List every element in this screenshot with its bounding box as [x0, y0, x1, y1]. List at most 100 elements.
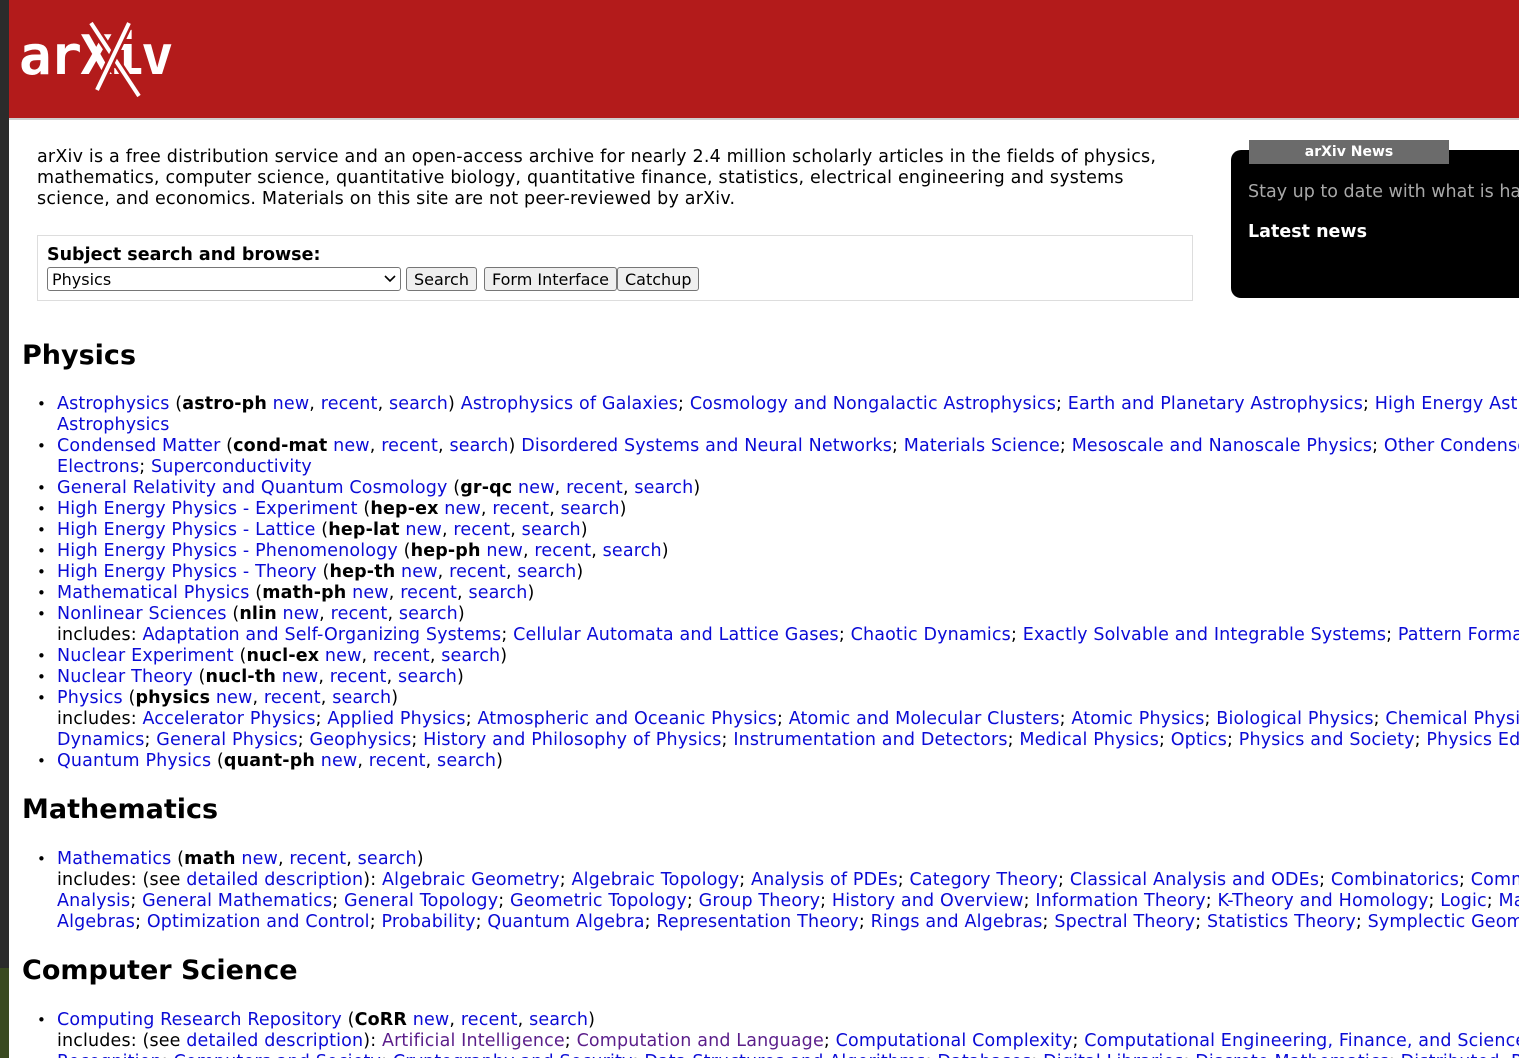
- subcategory-link[interactable]: Quantum Algebra: [487, 912, 644, 932]
- recent-link[interactable]: recent: [461, 1010, 518, 1030]
- subcategory-link[interactable]: Representation Theory: [656, 912, 858, 932]
- new-link[interactable]: new: [283, 604, 320, 624]
- subcategory-link[interactable]: Atomic Physics: [1071, 709, 1204, 729]
- search-link[interactable]: search: [468, 583, 527, 603]
- category-link[interactable]: Quantum Physics: [57, 751, 211, 771]
- new-link[interactable]: new: [321, 751, 358, 771]
- category-link[interactable]: Computing Research Repository: [57, 1010, 342, 1030]
- subcategory-link[interactable]: Medical Physics: [1019, 730, 1159, 750]
- new-link[interactable]: new: [486, 541, 523, 561]
- subcategory-link[interactable]: K-Theory and Homology: [1218, 891, 1429, 911]
- subcategory-link[interactable]: Rings and Algebras: [871, 912, 1043, 932]
- category-link[interactable]: Condensed Matter: [57, 436, 220, 456]
- subcategory-link[interactable]: Biological Physics: [1216, 709, 1373, 729]
- subcategory-link[interactable]: General Topology: [344, 891, 498, 911]
- detailed-description-link[interactable]: detailed description: [186, 1031, 363, 1051]
- search-link[interactable]: search: [449, 436, 508, 456]
- recent-link[interactable]: recent: [534, 541, 591, 561]
- category-link[interactable]: Nonlinear Sciences: [57, 604, 227, 624]
- search-link[interactable]: search: [399, 604, 458, 624]
- subcategory-link[interactable]: Combinatorics: [1331, 870, 1459, 890]
- category-link[interactable]: Mathematics: [57, 849, 171, 869]
- subcategory-link[interactable]: Cosmology and Nongalactic Astrophysics: [690, 394, 1056, 414]
- subcategory-link[interactable]: Classical Analysis and ODEs: [1070, 870, 1319, 890]
- recent-link[interactable]: recent: [492, 499, 549, 519]
- subcategory-link[interactable]: Pattern Formation and Solitons: [1398, 625, 1519, 645]
- subcategory-link[interactable]: Adaptation and Self-Organizing Systems: [142, 625, 501, 645]
- new-link[interactable]: new: [405, 520, 442, 540]
- recent-link[interactable]: recent: [453, 520, 510, 540]
- category-link[interactable]: Mathematical Physics: [57, 583, 250, 603]
- search-link[interactable]: search: [603, 541, 662, 561]
- recent-link[interactable]: recent: [321, 394, 378, 414]
- new-link[interactable]: new: [518, 478, 555, 498]
- new-link[interactable]: new: [273, 394, 310, 414]
- recent-link[interactable]: recent: [400, 583, 457, 603]
- subcategory-link[interactable]: Recognition: [57, 1052, 162, 1058]
- recent-link[interactable]: recent: [449, 562, 506, 582]
- search-link[interactable]: search: [517, 562, 576, 582]
- subcategory-link[interactable]: Algebraic Topology: [571, 870, 739, 890]
- subcategory-link[interactable]: Commutative Algebra: [1471, 870, 1519, 890]
- search-link[interactable]: search: [358, 849, 417, 869]
- subcategory-link[interactable]: Computational Complexity: [836, 1031, 1073, 1051]
- category-link[interactable]: Nuclear Experiment: [57, 646, 234, 666]
- subcategory-link[interactable]: Dynamics: [57, 730, 145, 750]
- new-link[interactable]: new: [241, 849, 278, 869]
- subcategory-link[interactable]: Symplectic Geometry: [1368, 912, 1519, 932]
- recent-link[interactable]: recent: [264, 688, 321, 708]
- search-link[interactable]: search: [441, 646, 500, 666]
- subcategory-link[interactable]: Chaotic Dynamics: [851, 625, 1011, 645]
- subcategory-link[interactable]: Atomic and Molecular Clusters: [789, 709, 1060, 729]
- subcategory-link[interactable]: Disordered Systems and Neural Networks: [521, 436, 892, 456]
- subcategory-link[interactable]: Data Structures and Algorithms: [644, 1052, 925, 1058]
- search-link[interactable]: search: [332, 688, 391, 708]
- search-link[interactable]: search: [437, 751, 496, 771]
- subcategory-link[interactable]: Superconductivity: [151, 457, 312, 477]
- subcategory-link[interactable]: Atmospheric and Oceanic Physics: [477, 709, 776, 729]
- category-link[interactable]: High Energy Physics - Theory: [57, 562, 317, 582]
- subcategory-link[interactable]: Algebraic Geometry: [382, 870, 560, 890]
- new-link[interactable]: new: [352, 583, 389, 603]
- subcategory-link[interactable]: Exactly Solvable and Integrable Systems: [1023, 625, 1386, 645]
- search-link[interactable]: search: [389, 394, 448, 414]
- category-link[interactable]: Physics: [57, 688, 123, 708]
- subcategory-link[interactable]: Cryptography and Security: [393, 1052, 633, 1058]
- catchup-button[interactable]: Catchup: [617, 267, 700, 291]
- subcategory-link[interactable]: Spectral Theory: [1054, 912, 1195, 932]
- subcategory-link[interactable]: Group Theory: [699, 891, 820, 911]
- recent-link[interactable]: recent: [289, 849, 346, 869]
- subcategory-link[interactable]: Category Theory: [909, 870, 1058, 890]
- subcategory-link[interactable]: Computation and Language: [577, 1031, 824, 1051]
- subcategory-link[interactable]: Geophysics: [310, 730, 412, 750]
- subcategory-link[interactable]: Applied Physics: [327, 709, 465, 729]
- subcategory-link[interactable]: History and Overview: [832, 891, 1024, 911]
- recent-link[interactable]: recent: [381, 436, 438, 456]
- recent-link[interactable]: recent: [369, 751, 426, 771]
- subcategory-link[interactable]: Mesoscale and Nanoscale Physics: [1072, 436, 1372, 456]
- subcategory-link[interactable]: Digital Libraries: [1043, 1052, 1183, 1058]
- category-link[interactable]: Nuclear Theory: [57, 667, 193, 687]
- subcategory-link[interactable]: Mathematical Physics: [1499, 891, 1519, 911]
- search-link[interactable]: search: [398, 667, 457, 687]
- category-link[interactable]: High Energy Physics - Lattice: [57, 520, 316, 540]
- subcategory-link[interactable]: Discrete Mathematics: [1195, 1052, 1389, 1058]
- subcategory-link[interactable]: Geometric Topology: [510, 891, 687, 911]
- subcategory-link[interactable]: Instrumentation and Detectors: [733, 730, 1007, 750]
- detailed-description-link[interactable]: detailed description: [186, 870, 363, 890]
- recent-link[interactable]: recent: [330, 667, 387, 687]
- recent-link[interactable]: recent: [331, 604, 388, 624]
- search-link[interactable]: search: [561, 499, 620, 519]
- search-link[interactable]: search: [522, 520, 581, 540]
- subcategory-link[interactable]: Statistics Theory: [1207, 912, 1356, 932]
- new-link[interactable]: new: [216, 688, 253, 708]
- latest-news-link[interactable]: Latest news: [1248, 222, 1367, 242]
- subcategory-link[interactable]: Analysis: [57, 891, 130, 911]
- subcategory-link[interactable]: General Mathematics: [142, 891, 332, 911]
- recent-link[interactable]: recent: [373, 646, 430, 666]
- category-link[interactable]: High Energy Physics - Experiment: [57, 499, 358, 519]
- subcategory-link[interactable]: History and Philosophy of Physics: [423, 730, 721, 750]
- category-link[interactable]: General Relativity and Quantum Cosmology: [57, 478, 448, 498]
- category-link[interactable]: High Energy Physics - Phenomenology: [57, 541, 398, 561]
- subcategory-link[interactable]: Algebras: [57, 912, 135, 932]
